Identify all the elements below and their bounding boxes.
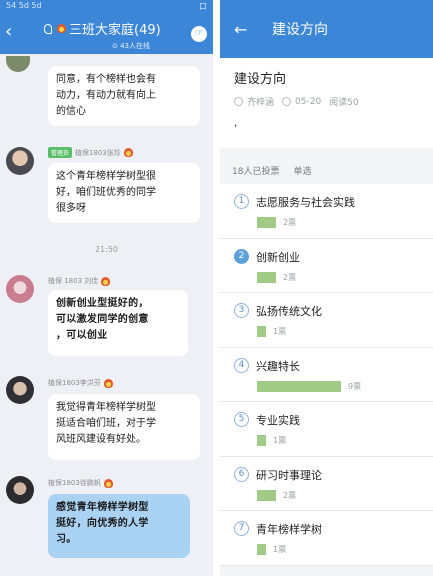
poll-date: 05-20 (295, 96, 322, 107)
option-vote-count: 2票 (283, 490, 297, 500)
flame-badge-icon (123, 148, 133, 157)
sender-name: 植保1803徐鹏帆 (48, 479, 101, 487)
avatar[interactable] (6, 376, 34, 404)
message-bubble: 感觉青年榜样学树型 挺好，向优秀的人学 习。 (48, 494, 190, 558)
poll-option[interactable]: 3 弘扬传统文化 1票 (220, 293, 433, 348)
option-vote-count: 1票 (273, 436, 287, 445)
sender-name: 植保1803张珍 (75, 148, 121, 157)
flame-badge-icon (103, 378, 113, 388)
option-vote-bar (257, 271, 276, 283)
option-vote-count: 2票 (283, 218, 297, 227)
option-label: 创新创业 (256, 250, 300, 264)
clock-icon (282, 97, 292, 106)
option-label: 研习时事理论 (256, 468, 322, 482)
option-vote-bar (257, 435, 266, 446)
avatar[interactable] (6, 56, 30, 72)
poll-option[interactable]: 1 志愿服务与社会实践 2票 (220, 184, 433, 239)
option-vote-count: 1票 (273, 545, 287, 554)
option-vote-count: 1票 (273, 327, 287, 336)
poll-panel: ← 建设方向 建设方向 齐梓涵 05-20 阅读50 , 18人已投票 单选 1… (220, 0, 433, 576)
voted-count: 18人已投票 (232, 166, 280, 177)
poll-reads: 阅读50 (329, 98, 359, 108)
option-vote-bar (257, 380, 341, 392)
poll-option[interactable]: 5 专业实践 1票 (220, 402, 433, 457)
chat-header: ‹ 三班大家庭(49) ⊙ 43人在线 ☞ (0, 14, 213, 54)
option-vote-bar (257, 544, 266, 555)
poll-option[interactable]: 7 青年榜样学树 1票 (220, 511, 433, 566)
poll-card: 建设方向 齐梓涵 05-20 阅读50 , (220, 58, 433, 148)
flame-badge-icon (103, 478, 113, 488)
poll-option[interactable]: 2 创新创业 2票 (220, 239, 433, 293)
option-number-badge[interactable]: 6 (234, 466, 249, 482)
timestamp: 21:50 (94, 245, 119, 254)
poll-options: 1 志愿服务与社会实践 2票 2 创新创业 2票 3 弘扬传统文化 1票 4 兴趣特长 9票 5 专业实践… (220, 184, 433, 566)
sender-line: 植保1803徐鹏帆 (48, 478, 113, 488)
poll-title: 建设方向 (234, 72, 287, 87)
poll-header-title: 建设方向 (272, 22, 328, 38)
sender-name: 植保1803李洪芬 (48, 379, 101, 387)
admin-tag: 管理员 (48, 147, 73, 158)
avatar[interactable] (6, 275, 34, 303)
vote-mode: 单选 (293, 166, 312, 177)
chat-title: 三班大家庭(49) (69, 23, 161, 38)
poll-option[interactable]: 4 兴趣特长 9票 (220, 348, 433, 402)
option-number-badge[interactable]: 2 (234, 248, 249, 264)
avatar[interactable] (6, 476, 34, 504)
ear-icon[interactable] (44, 23, 52, 34)
message-bubble: 创新创业型挺好的， 可以激发同学的创意 ，可以创业 (48, 290, 188, 356)
chat-panel: 54 5d 5d 口 ‹ 三班大家庭(49) ⊙ 43人在线 ☞ 同意，有个榜样… (0, 0, 213, 576)
option-vote-bar (257, 217, 276, 228)
group-icon[interactable]: ☞ (191, 26, 207, 42)
message-bubble: 这个青年榜样学树型很 好，咱们班优秀的同学 很多呀 (48, 163, 200, 223)
status-left: 54 5d 5d (6, 1, 42, 10)
poll-header: ← 建设方向 (220, 0, 433, 58)
option-number-badge[interactable]: 5 (234, 412, 249, 427)
option-label: 弘扬传统文化 (256, 305, 322, 318)
message-bubble: 我觉得青年榜样学树型 挺适合咱们班，对于学 风班风建设有好处。 (48, 394, 200, 460)
option-number-badge[interactable]: 7 (234, 521, 249, 536)
avatar[interactable] (6, 147, 34, 175)
flame-badge-icon (57, 24, 66, 33)
flame-badge-icon (101, 276, 111, 286)
status-right: 口 (199, 2, 207, 11)
option-vote-bar (257, 326, 266, 337)
chat-title-row: 三班大家庭(49) (44, 19, 161, 38)
option-number-badge[interactable]: 3 (234, 303, 249, 318)
option-label: 青年榜样学树 (256, 523, 322, 536)
option-number-badge[interactable]: 1 (234, 194, 249, 209)
back-arrow-icon[interactable]: ‹ (5, 23, 12, 41)
sender-name: 植保 1803 刘佳 (48, 277, 99, 285)
vote-summary: 18人已投票 单选 (220, 156, 433, 184)
poll-author: 齐梓涵 (247, 98, 275, 108)
option-vote-count: 2票 (283, 272, 297, 282)
option-label: 兴趣特长 (256, 359, 300, 373)
sender-line: 植保 1803 刘佳 (48, 276, 111, 286)
option-label: 专业实践 (256, 414, 300, 427)
person-icon (234, 97, 243, 106)
poll-meta: 齐梓涵 05-20 阅读50 (234, 95, 419, 108)
online-count: ⊙ 43人在线 (112, 42, 151, 50)
option-number-badge[interactable]: 4 (234, 357, 249, 373)
status-bar: 54 5d 5d 口 (0, 0, 213, 14)
back-arrow-icon[interactable]: ← (234, 20, 247, 39)
sender-line: 管理员 植保1803张珍 (48, 147, 133, 158)
option-label: 志愿服务与社会实践 (256, 196, 355, 209)
sender-line: 植保1803李洪芬 (48, 378, 113, 388)
online-text: 43人在线 (120, 42, 151, 50)
option-vote-bar (257, 489, 276, 501)
poll-option[interactable]: 6 研习时事理论 2票 (220, 457, 433, 511)
message-bubble: 同意，有个榜样也会有 动力，有动力就有向上 的信心 (48, 66, 200, 126)
poll-body: , (234, 118, 238, 129)
option-vote-count: 9票 (348, 381, 362, 391)
